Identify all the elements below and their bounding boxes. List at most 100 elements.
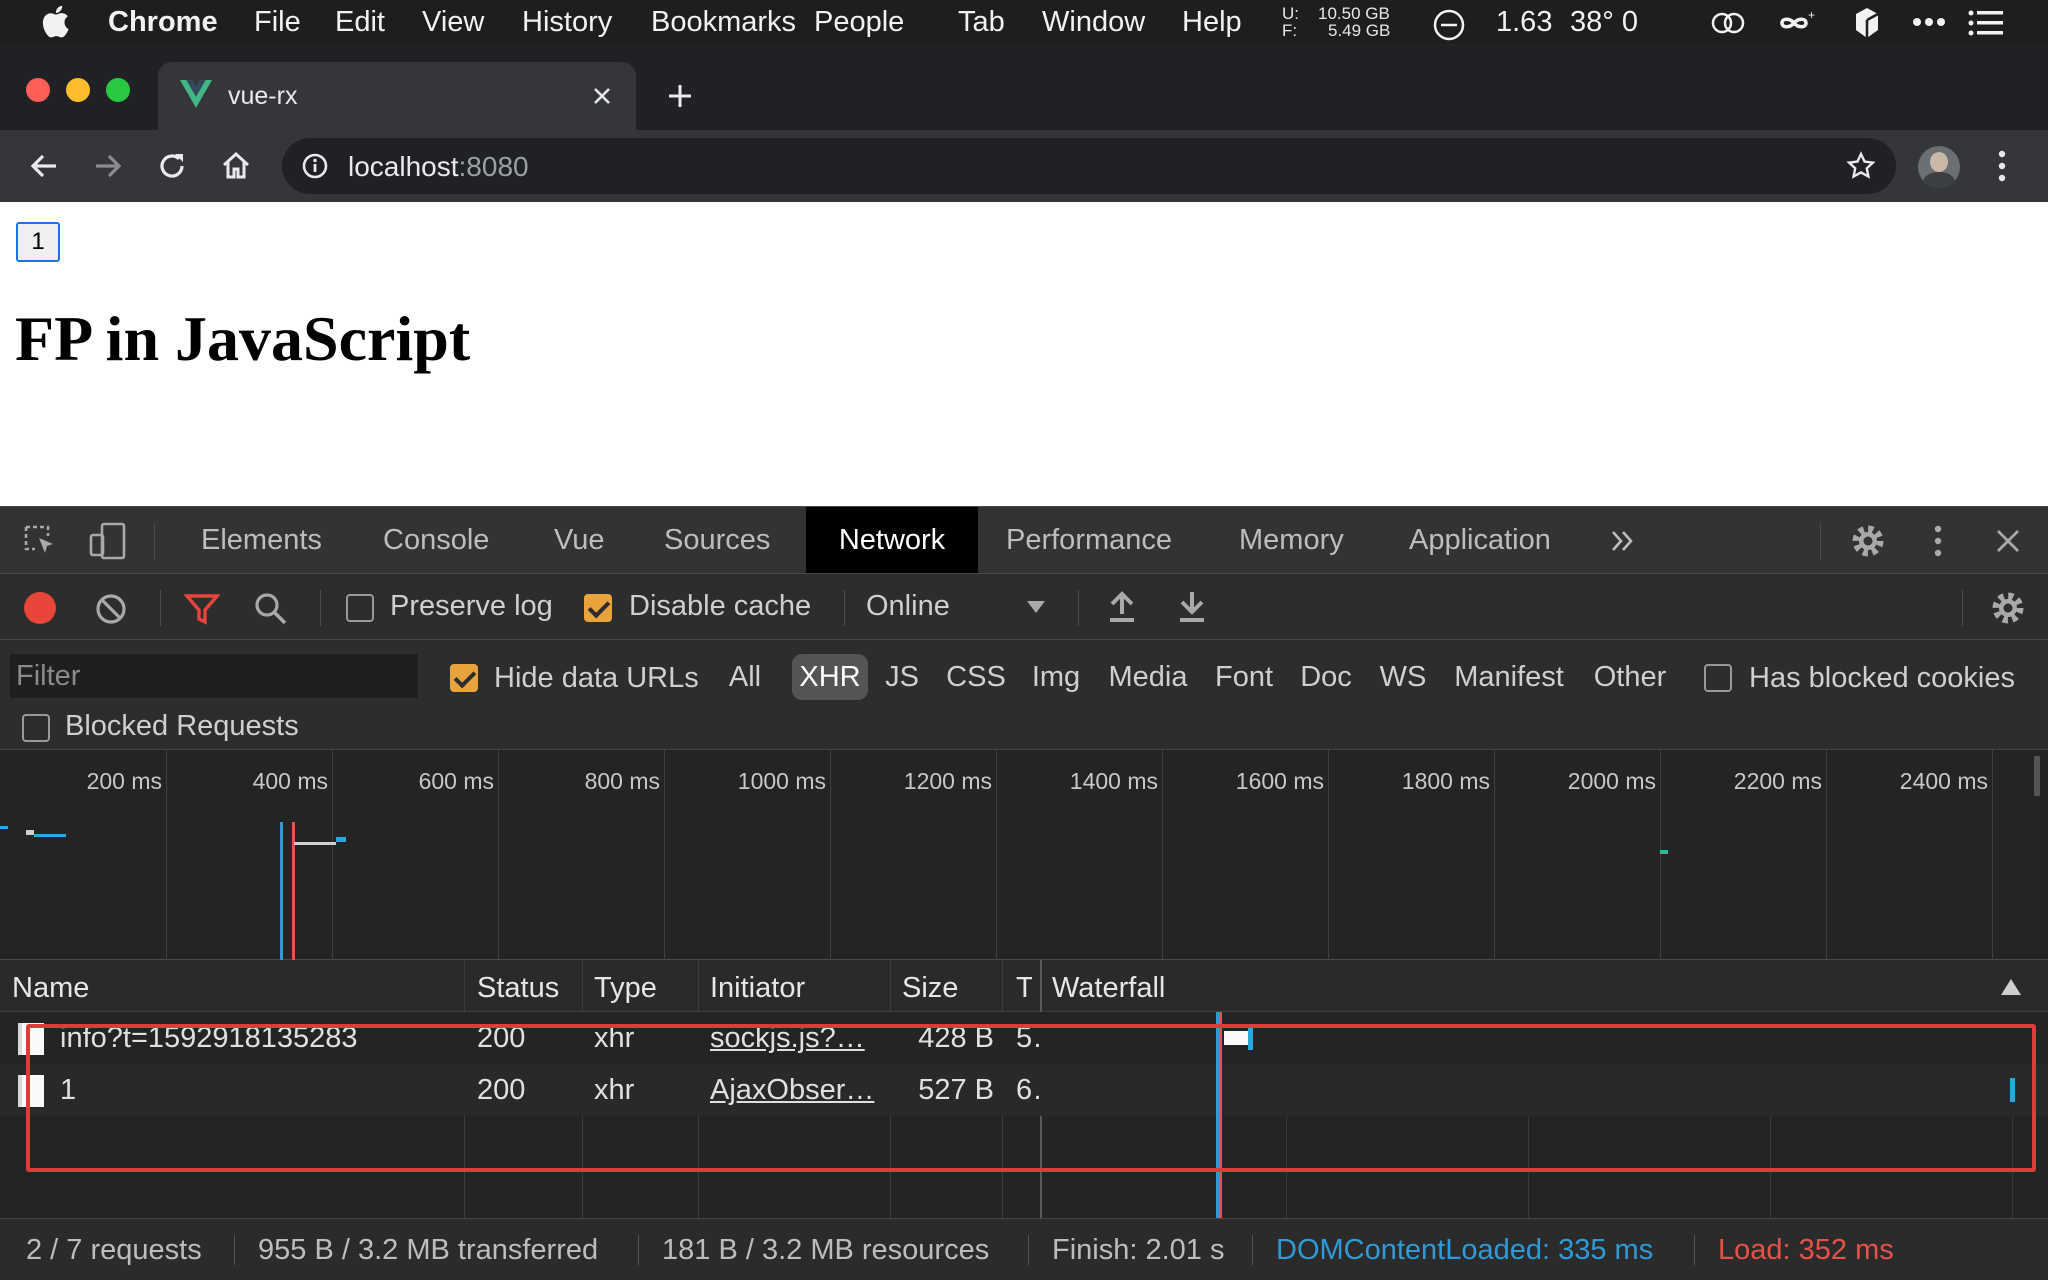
tab-memory[interactable]: Memory xyxy=(1214,507,1369,573)
preserve-log-label[interactable]: Preserve log xyxy=(390,590,553,623)
counter-button[interactable]: 1 xyxy=(16,222,60,262)
blocked-requests-label[interactable]: Blocked Requests xyxy=(65,710,299,743)
more-dots-icon[interactable] xyxy=(1912,16,1946,28)
close-devtools-icon[interactable] xyxy=(1994,527,2022,555)
request-initiator-link[interactable]: AjaxObser… xyxy=(710,1064,882,1116)
tab-application[interactable]: Application xyxy=(1384,507,1576,573)
record-icon[interactable] xyxy=(22,590,58,626)
svg-text:+: + xyxy=(1808,8,1815,22)
filter-input[interactable] xyxy=(10,654,418,698)
browser-tab[interactable]: vue-rx xyxy=(158,62,636,130)
tab-network[interactable]: Network xyxy=(806,507,978,573)
dropbox-box-icon[interactable] xyxy=(1852,6,1882,40)
type-filter-other[interactable]: Other xyxy=(1584,654,1676,700)
notification-center-icon[interactable] xyxy=(1968,10,2004,36)
devtools-tab-bar: Elements Console Vue Sources Network Per… xyxy=(0,506,2048,574)
network-overview-timeline[interactable]: 200 ms 400 ms 600 ms 800 ms 1000 ms 1200… xyxy=(0,750,2048,960)
tab-sources[interactable]: Sources xyxy=(639,507,795,573)
hide-data-urls-checkbox[interactable] xyxy=(450,664,478,692)
column-header-status[interactable]: Status xyxy=(477,960,559,1016)
blocked-requests-checkbox[interactable] xyxy=(22,714,50,742)
address-bar[interactable]: localhost:8080 xyxy=(282,138,1896,194)
forward-arrow-icon[interactable] xyxy=(92,150,124,182)
clear-log-icon[interactable] xyxy=(94,592,128,626)
more-tabs-chevron-icon[interactable] xyxy=(1610,529,1636,553)
type-filter-js[interactable]: JS xyxy=(876,654,928,700)
network-settings-gear-icon[interactable] xyxy=(1990,590,2026,626)
window-minimize-button[interactable] xyxy=(66,78,90,102)
hide-data-urls-label[interactable]: Hide data URLs xyxy=(494,662,699,695)
overview-request-bar xyxy=(336,837,346,842)
tab-vue[interactable]: Vue xyxy=(529,507,630,573)
column-header-waterfall[interactable]: Waterfall xyxy=(1052,960,1165,1016)
disable-cache-checkbox[interactable] xyxy=(584,594,612,622)
type-filter-manifest[interactable]: Manifest xyxy=(1444,654,1574,700)
new-tab-icon[interactable] xyxy=(666,82,694,110)
table-row[interactable]: 1 200 xhr AjaxObser… 527 B 6. xyxy=(0,1064,2048,1116)
settings-gear-icon[interactable] xyxy=(1850,523,1886,559)
menu-history[interactable]: History xyxy=(522,0,612,44)
chrome-menu-icon[interactable] xyxy=(1996,148,2008,184)
tab-elements[interactable]: Elements xyxy=(176,507,347,573)
filter-funnel-icon[interactable] xyxy=(184,592,220,626)
type-filter-doc[interactable]: Doc xyxy=(1290,654,1362,700)
devtools-menu-icon[interactable] xyxy=(1932,523,1944,559)
toolbar-divider xyxy=(1962,590,1963,626)
type-filter-xhr[interactable]: XHR xyxy=(792,654,868,700)
menu-help[interactable]: Help xyxy=(1182,0,1242,44)
import-har-icon[interactable] xyxy=(1106,588,1138,624)
column-header-initiator[interactable]: Initiator xyxy=(710,960,805,1016)
has-blocked-cookies-checkbox[interactable] xyxy=(1704,664,1732,692)
apple-logo-icon[interactable] xyxy=(40,2,70,40)
profile-avatar[interactable] xyxy=(1918,146,1960,188)
window-close-button[interactable] xyxy=(26,78,50,102)
menu-bookmarks[interactable]: Bookmarks xyxy=(651,0,796,44)
window-zoom-button[interactable] xyxy=(106,78,130,102)
preserve-log-checkbox[interactable] xyxy=(346,594,374,622)
overview-scroll-handle[interactable] xyxy=(2034,756,2040,796)
type-filter-ws[interactable]: WS xyxy=(1372,654,1434,700)
type-filter-media[interactable]: Media xyxy=(1098,654,1198,700)
tab-console[interactable]: Console xyxy=(358,507,514,573)
request-initiator-link[interactable]: sockjs.js?… xyxy=(710,1012,882,1064)
reload-icon[interactable] xyxy=(156,150,188,182)
cpu-load-readout[interactable]: 1.63 xyxy=(1496,0,1552,44)
type-filter-css[interactable]: CSS xyxy=(938,654,1014,700)
creative-cloud-icon[interactable] xyxy=(1710,9,1746,37)
menu-tab[interactable]: Tab xyxy=(958,0,1005,44)
close-tab-icon[interactable] xyxy=(592,86,612,106)
home-icon[interactable] xyxy=(220,150,252,182)
menu-people[interactable]: People xyxy=(814,0,904,44)
menu-app-name[interactable]: Chrome xyxy=(108,0,218,44)
column-header-name[interactable]: Name xyxy=(12,960,89,1016)
column-header-type[interactable]: Type xyxy=(594,960,657,1016)
temperature-readout[interactable]: 38° 0 xyxy=(1570,0,1638,44)
column-header-time[interactable]: T xyxy=(1016,960,1032,1016)
has-blocked-cookies-label[interactable]: Has blocked cookies xyxy=(1749,662,2015,695)
back-arrow-icon[interactable] xyxy=(28,150,60,182)
do-not-disturb-icon[interactable] xyxy=(1432,8,1466,42)
device-toolbar-icon[interactable] xyxy=(88,521,128,561)
status-transferred: 955 B / 3.2 MB transferred xyxy=(258,1234,599,1266)
url-text[interactable]: localhost:8080 xyxy=(348,151,529,183)
throttling-select[interactable]: Online xyxy=(866,584,1056,630)
bookmark-star-icon[interactable] xyxy=(1846,151,1876,181)
site-info-icon[interactable] xyxy=(302,153,328,179)
sort-ascending-icon[interactable] xyxy=(2000,978,2022,996)
menu-edit[interactable]: Edit xyxy=(335,0,385,44)
tab-performance[interactable]: Performance xyxy=(981,507,1197,573)
disable-cache-label[interactable]: Disable cache xyxy=(629,590,811,623)
menu-file[interactable]: File xyxy=(254,0,301,44)
type-filter-img[interactable]: Img xyxy=(1024,654,1088,700)
export-har-icon[interactable] xyxy=(1176,588,1208,624)
type-filter-all[interactable]: All xyxy=(716,654,774,700)
infinity-sync-icon[interactable]: + xyxy=(1770,8,1818,38)
inspect-element-icon[interactable] xyxy=(22,523,58,559)
toolbar-divider xyxy=(160,590,161,626)
menu-view[interactable]: View xyxy=(422,0,484,44)
menu-window[interactable]: Window xyxy=(1042,0,1145,44)
table-row[interactable]: info?t=1592918135283 200 xhr sockjs.js?…… xyxy=(0,1012,2048,1064)
type-filter-font[interactable]: Font xyxy=(1208,654,1280,700)
column-header-size[interactable]: Size xyxy=(902,960,958,1016)
search-icon[interactable] xyxy=(254,592,288,626)
